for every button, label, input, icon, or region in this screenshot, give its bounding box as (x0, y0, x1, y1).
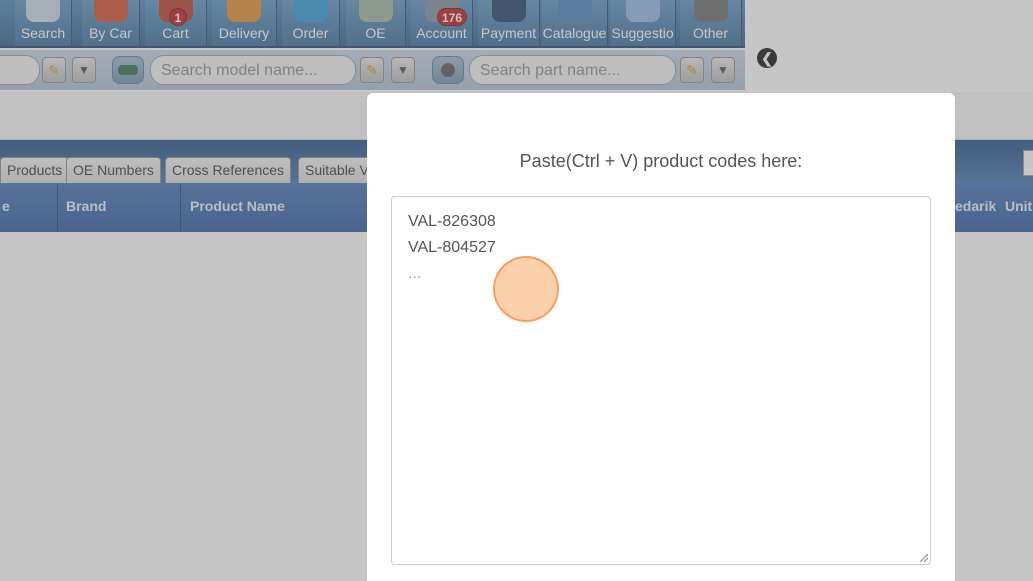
product-code-line: VAL-804527 (408, 239, 496, 256)
product-code-line: VAL-826308 (408, 213, 496, 230)
dialog-title: Paste(Ctrl + V) product codes here: (519, 151, 803, 171)
more-codes-placeholder: ... (408, 265, 422, 282)
resize-grip-icon[interactable] (918, 552, 928, 562)
paste-codes-dialog: Paste(Ctrl + V) product codes here: VAL-… (367, 93, 955, 581)
cursor-highlight (493, 256, 559, 322)
product-codes-textarea[interactable]: VAL-826308 VAL-804527 ... (391, 196, 931, 565)
